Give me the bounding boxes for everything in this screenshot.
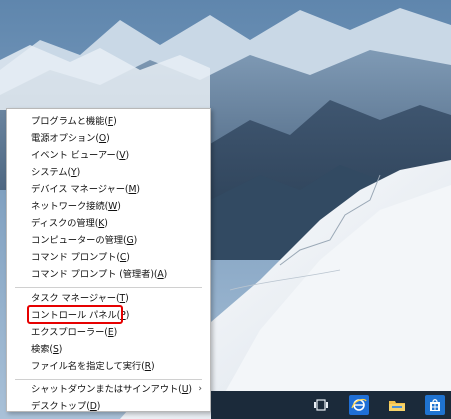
menu-item-system[interactable]: システム(Y) — [31, 164, 80, 181]
menu-item-device-manager[interactable]: デバイス マネージャー(M) — [31, 181, 140, 198]
menu-item-search[interactable]: 検索(S) — [31, 341, 62, 358]
menu-item-desktop[interactable]: デスクトップ(D) — [31, 398, 100, 415]
menu-item-network-connections[interactable]: ネットワーク接続(W) — [31, 198, 121, 215]
submenu-arrow-icon: › — [198, 384, 202, 394]
menu-item-file-explorer[interactable]: エクスプローラー(E) — [31, 324, 117, 341]
menu-item-computer-management[interactable]: コンピューターの管理(G) — [31, 232, 137, 249]
menu-item-run[interactable]: ファイル名を指定して実行(R) — [31, 358, 155, 375]
store-icon[interactable] — [425, 395, 445, 415]
menu-item-event-viewer[interactable]: イベント ビューアー(V) — [31, 147, 129, 164]
menu-separator — [15, 287, 202, 288]
menu-item-command-prompt-admin[interactable]: コマンド プロンプト (管理者)(A) — [31, 266, 167, 283]
menu-item-programs-and-features[interactable]: プログラムと機能(F) — [31, 113, 117, 130]
menu-item-power-options[interactable]: 電源オプション(O) — [31, 130, 110, 147]
menu-item-disk-management[interactable]: ディスクの管理(K) — [31, 215, 108, 232]
task-view-icon[interactable] — [311, 395, 331, 415]
menu-separator — [15, 379, 202, 380]
control-panel-highlight-box — [27, 305, 123, 324]
internet-explorer-icon[interactable] — [349, 395, 369, 415]
winx-context-menu: プログラムと機能(F) 電源オプション(O) イベント ビューアー(V) システ… — [6, 108, 211, 412]
menu-item-shutdown-or-sign-out[interactable]: シャットダウンまたはサインアウト(U) — [31, 381, 192, 398]
menu-item-command-prompt[interactable]: コマンド プロンプト(C) — [31, 249, 130, 266]
taskbar — [211, 391, 451, 419]
file-explorer-icon[interactable] — [387, 395, 407, 415]
